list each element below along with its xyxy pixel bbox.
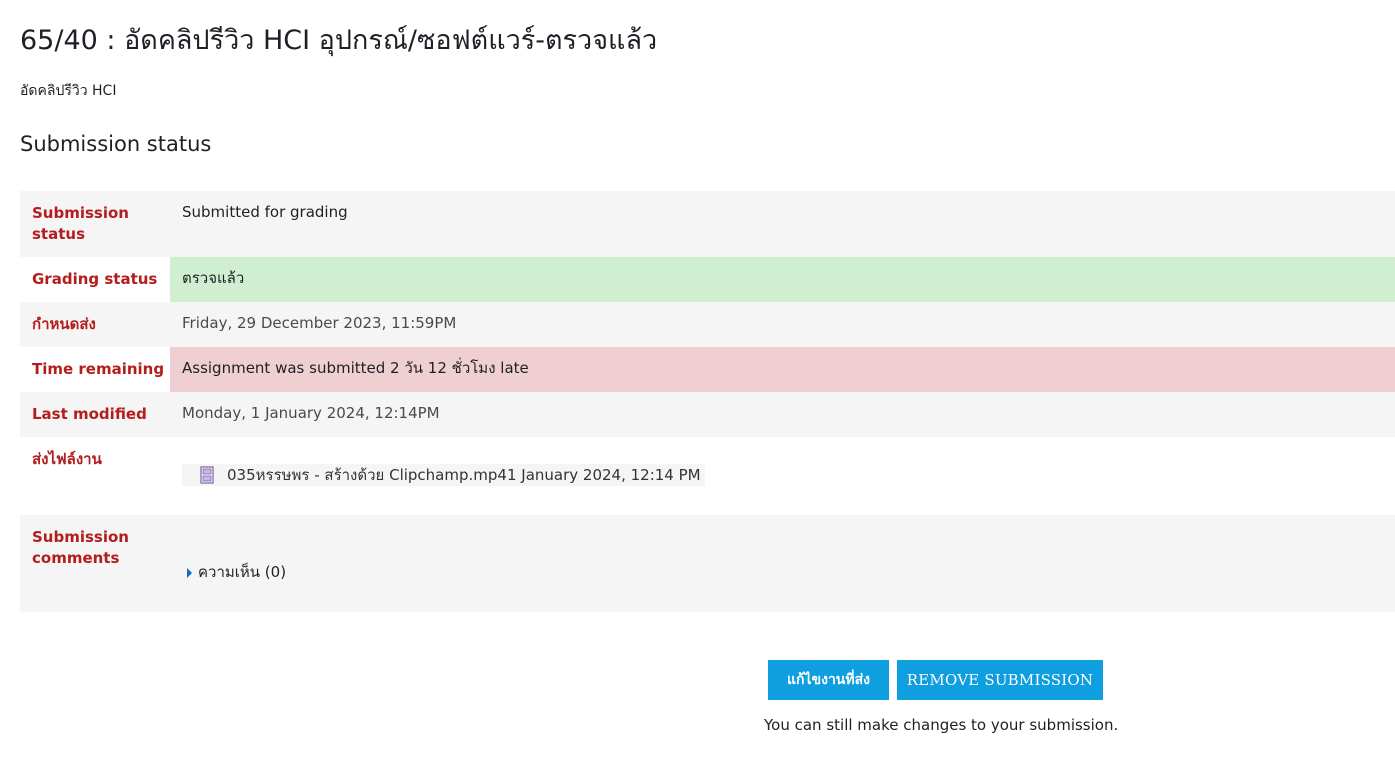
row-label: กำหนดส่ง bbox=[32, 315, 96, 333]
last-modified-value: Monday, 1 January 2024, 12:14PM bbox=[182, 404, 440, 422]
page-title: 65/40 : อัดคลิปรีวิว HCI อุปกรณ์/ซอฟต์แว… bbox=[20, 25, 658, 56]
edit-submission-button[interactable]: แก้ไขงานที่ส่ง bbox=[768, 660, 889, 700]
actions-note: You can still make changes to your submi… bbox=[764, 716, 1119, 734]
file-date: 1 January 2024, 12:14 PM bbox=[506, 465, 701, 484]
row-label: Grading status bbox=[32, 270, 158, 288]
row-file-submissions: ส่งไฟล์งาน 035หรรษพร - สร้างด้วย Clipcha… bbox=[20, 437, 1395, 515]
time-remaining-value: Assignment was submitted 2 วัน 12 ชั่วโม… bbox=[170, 347, 1395, 392]
row-grading-status: Grading status ตรวจแล้ว bbox=[20, 257, 1395, 302]
caret-right-icon bbox=[187, 567, 192, 578]
submission-status-value: Submitted for grading bbox=[182, 203, 348, 221]
row-last-modified: Last modified Monday, 1 January 2024, 12… bbox=[20, 392, 1395, 437]
row-submission-comments: Submission comments ความเห็น (0) bbox=[20, 515, 1395, 612]
submission-status-table: Submission status Submitted for grading … bbox=[20, 191, 1395, 612]
submission-actions: แก้ไขงานที่ส่ง REMOVE SUBMISSION bbox=[768, 660, 1103, 700]
grading-status-value: ตรวจแล้ว bbox=[170, 257, 1395, 302]
assignment-intro: อัดคลิปรีวิว HCI bbox=[20, 83, 117, 99]
row-label: Time remaining bbox=[32, 360, 165, 378]
row-label: Submission comments bbox=[32, 528, 129, 567]
row-submission-status: Submission status Submitted for grading bbox=[20, 191, 1395, 257]
comments-toggle[interactable]: ความเห็น (0) bbox=[187, 562, 286, 583]
file-submissions-value: 035หรรษพร - สร้างด้วย Clipchamp.mp4 1 Jan… bbox=[170, 437, 1395, 515]
file-link[interactable]: 035หรรษพร - สร้างด้วย Clipchamp.mp4 bbox=[227, 465, 507, 486]
video-file-icon bbox=[200, 466, 214, 484]
comments-toggle-label: ความเห็น (0) bbox=[198, 563, 287, 581]
row-label: Last modified bbox=[32, 405, 147, 423]
remove-submission-button[interactable]: REMOVE SUBMISSION bbox=[897, 660, 1103, 700]
row-label: Submission status bbox=[32, 204, 129, 243]
due-date-value: Friday, 29 December 2023, 11:59PM bbox=[182, 314, 457, 332]
section-title: Submission status bbox=[20, 132, 212, 156]
file-item: 035หรรษพร - สร้างด้วย Clipchamp.mp4 1 Jan… bbox=[182, 464, 705, 486]
row-due-date: กำหนดส่ง Friday, 29 December 2023, 11:59… bbox=[20, 302, 1395, 347]
row-time-remaining: Time remaining Assignment was submitted … bbox=[20, 347, 1395, 392]
submission-comments-value: ความเห็น (0) bbox=[170, 515, 1395, 612]
row-label: ส่งไฟล์งาน bbox=[32, 450, 102, 468]
